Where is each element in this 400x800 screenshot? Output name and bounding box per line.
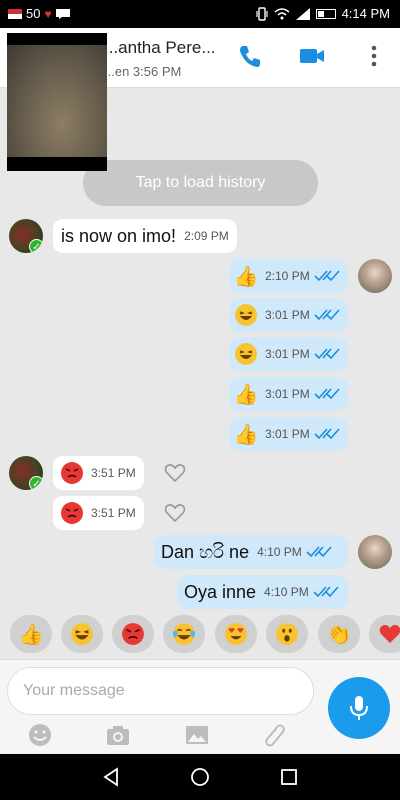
message-time: 3:01 PM — [265, 308, 310, 322]
like-heart-icon[interactable] — [164, 503, 186, 523]
my-avatar[interactable] — [358, 535, 392, 569]
battery-icon — [315, 8, 336, 19]
message-input[interactable]: Your message — [7, 667, 314, 715]
message-text: is now on imo! — [61, 225, 177, 246]
surprised-emoji-icon — [276, 623, 298, 645]
load-history-button[interactable]: Tap to load history — [83, 160, 318, 206]
thumbs-up-icon: 👍 — [233, 383, 259, 406]
message-bubble-outgoing[interactable]: 3:01 PM — [229, 337, 348, 371]
message-bubble-outgoing[interactable]: Dan හරි ne 4:10 PM — [154, 535, 348, 569]
message-time: 3:51 PM — [91, 506, 136, 520]
heart-icon — [379, 624, 400, 643]
laughing-emoji-icon — [235, 343, 257, 365]
quick-emoji-thumbs-up[interactable]: 👍 — [10, 615, 52, 653]
thumbs-up-icon: 👍 — [18, 622, 44, 646]
quick-emoji-heart-eyes[interactable] — [215, 615, 257, 653]
flag-icon — [8, 8, 22, 19]
heart-icon: ♥ — [44, 6, 52, 21]
double-check-icon — [314, 270, 340, 282]
quick-emoji-laughing[interactable] — [61, 615, 103, 653]
contact-avatar[interactable]: ✓ — [9, 219, 43, 253]
camera-icon[interactable] — [105, 722, 131, 748]
message-time: 3:51 PM — [91, 466, 136, 480]
recents-icon[interactable] — [278, 766, 300, 788]
attach-icon[interactable] — [262, 722, 288, 748]
double-check-icon — [314, 309, 340, 321]
heart-eyes-emoji-icon — [225, 623, 247, 645]
video-camera-icon[interactable] — [298, 42, 326, 70]
double-check-icon — [306, 546, 332, 558]
quick-emoji-surprised[interactable] — [266, 615, 308, 653]
vibrate-icon — [255, 6, 268, 21]
emoji-icon[interactable] — [27, 722, 53, 748]
thumbs-up-icon: 👍 — [233, 423, 259, 446]
message-time: 2:10 PM — [265, 269, 310, 283]
check-badge-icon: ✓ — [29, 476, 43, 490]
mic-button[interactable] — [328, 677, 390, 739]
message-bubble-outgoing[interactable]: 👍 3:01 PM — [229, 377, 348, 411]
message-bubble-incoming[interactable]: 3:51 PM — [53, 496, 144, 530]
more-vert-icon[interactable] — [360, 42, 388, 70]
laughing-emoji-icon — [235, 304, 257, 326]
wifi-icon — [274, 7, 290, 19]
gallery-icon[interactable] — [184, 722, 210, 748]
thumbs-up-icon: 👍 — [233, 265, 259, 288]
double-check-icon — [313, 586, 339, 598]
tears-of-joy-emoji-icon — [173, 623, 195, 645]
contact-name[interactable]: ...antha Pere... — [104, 38, 216, 58]
message-time: 4:10 PM — [264, 585, 309, 599]
angry-emoji-icon — [122, 623, 144, 645]
message-bubble-outgoing[interactable]: 👍 3:01 PM — [229, 417, 348, 451]
laughing-emoji-icon — [71, 623, 93, 645]
phone-icon[interactable] — [236, 42, 264, 70]
message-time: 2:09 PM — [184, 229, 229, 243]
message-time: 4:10 PM — [257, 545, 302, 559]
last-seen-text: ...en 3:56 PM — [104, 64, 182, 79]
message-text: Dan හරි ne — [161, 541, 250, 562]
message-text: Oya inne — [184, 581, 257, 602]
double-check-icon — [314, 428, 340, 440]
microphone-icon — [350, 696, 368, 720]
system-nav-bar — [0, 754, 400, 800]
quick-emoji-tears-of-joy[interactable] — [163, 615, 205, 653]
quick-emoji-heart[interactable] — [369, 615, 400, 653]
message-time: 3:01 PM — [265, 347, 310, 361]
back-icon[interactable] — [100, 766, 122, 788]
message-time: 3:01 PM — [265, 427, 310, 441]
angry-emoji-icon — [61, 502, 83, 524]
angry-emoji-icon — [61, 462, 83, 484]
message-icon — [55, 8, 70, 19]
my-avatar[interactable] — [358, 259, 392, 293]
contact-avatar[interactable]: ✓ — [9, 456, 43, 490]
clapping-hands-icon: 👏 — [326, 622, 352, 646]
status-bar: 50 ♥ 4:14 PM — [0, 0, 400, 28]
video-preview[interactable] — [7, 33, 107, 171]
quick-emoji-clapping[interactable]: 👏 — [318, 615, 360, 653]
video-frame — [7, 45, 107, 157]
message-bubble-outgoing[interactable]: 👍 2:10 PM — [229, 259, 348, 293]
message-bubble-outgoing[interactable]: Oya inne 4:10 PM — [177, 575, 348, 609]
quick-emoji-bar: 👍 👏 — [0, 609, 400, 659]
signal-text: 50 — [26, 6, 41, 21]
cell-signal-icon — [295, 7, 310, 20]
quick-emoji-angry[interactable] — [112, 615, 154, 653]
double-check-icon — [314, 348, 340, 360]
message-bubble-outgoing[interactable]: 3:01 PM — [229, 298, 348, 332]
message-time: 3:01 PM — [265, 387, 310, 401]
home-icon[interactable] — [189, 766, 211, 788]
like-heart-icon[interactable] — [164, 463, 186, 483]
message-bubble-incoming[interactable]: is now on imo! 2:09 PM — [53, 219, 237, 253]
message-bubble-incoming[interactable]: 3:51 PM — [53, 456, 144, 490]
composer: Your message — [0, 659, 400, 754]
double-check-icon — [314, 388, 340, 400]
status-time: 4:14 PM — [341, 6, 390, 21]
check-badge-icon: ✓ — [29, 239, 43, 253]
